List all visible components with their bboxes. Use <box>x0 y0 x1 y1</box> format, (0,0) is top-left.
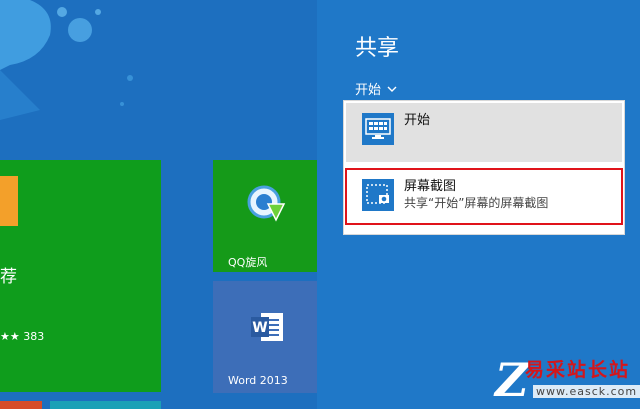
store-badge <box>0 176 18 226</box>
share-option-screenshot-label: 屏幕截图 <box>404 179 457 194</box>
chevron-down-icon <box>387 86 397 92</box>
store-tile-label: 荐 <box>0 267 17 287</box>
qq-xuanfeng-tile[interactable]: QQ旋风 <box>213 160 317 272</box>
start-screen-icon <box>362 113 394 145</box>
share-source-dropdown[interactable]: 开始 <box>355 79 397 98</box>
watermark-logo-letter: Z <box>495 353 529 407</box>
water-splash-decoration <box>0 0 133 120</box>
store-tile-rating: ★★ 383 <box>0 330 45 343</box>
word-icon: W <box>251 313 283 341</box>
store-tile[interactable] <box>0 160 161 392</box>
share-option-start-label: 开始 <box>404 113 431 128</box>
start-screen: 荐 ★★ 383 QQ旋风 W Word 2013 <box>0 0 317 409</box>
share-source-list: 开始 屏幕截图 共享“开始”屏幕的屏幕截图 <box>343 100 625 235</box>
share-title: 共享 <box>355 36 400 61</box>
watermark-text: 易采站长站 <box>525 359 631 381</box>
partial-tile-bottom-left[interactable] <box>0 401 42 409</box>
share-option-screenshot[interactable]: 屏幕截图 共享“开始”屏幕的屏幕截图 <box>345 168 623 225</box>
share-option-start[interactable]: 开始 <box>346 103 622 162</box>
site-watermark: Z 易采站长站 www.easck.com <box>495 345 640 409</box>
watermark-url: www.easck.com <box>533 385 640 398</box>
qq-xuanfeng-label: QQ旋风 <box>228 256 268 269</box>
word-2013-label: Word 2013 <box>228 374 288 387</box>
screenshot-icon <box>362 179 394 211</box>
svg-text:W: W <box>252 320 267 336</box>
word-2013-tile[interactable]: W Word 2013 <box>213 281 317 393</box>
qq-xuanfeng-icon <box>247 185 286 222</box>
share-source-label: 开始 <box>355 83 382 98</box>
share-option-screenshot-description: 共享“开始”屏幕的屏幕截图 <box>404 196 549 210</box>
partial-tile-bottom-middle[interactable] <box>50 401 161 409</box>
